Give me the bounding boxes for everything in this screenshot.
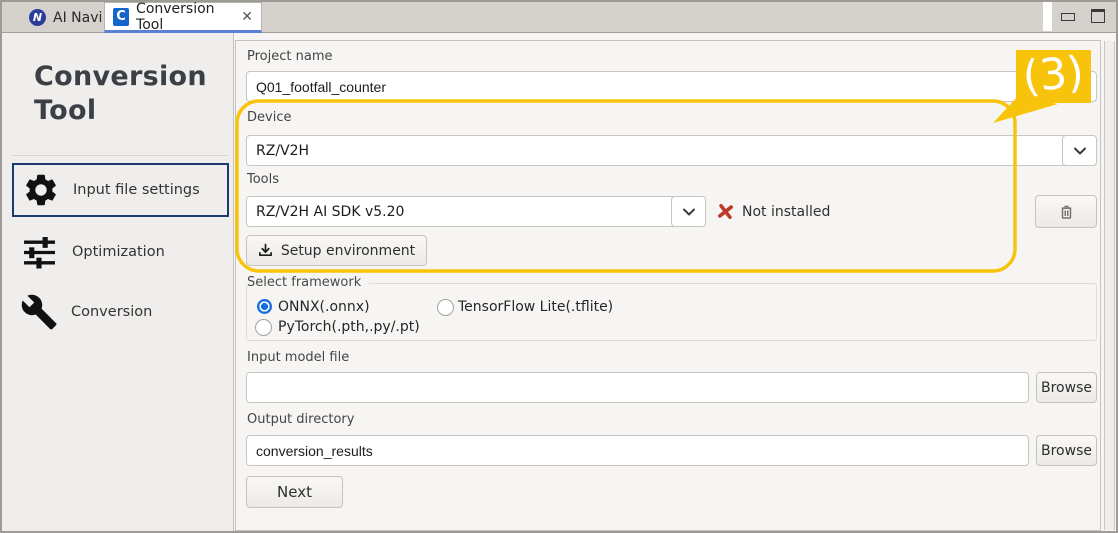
- tools-status-text: Not installed: [742, 204, 830, 220]
- sidebar-item-input-file-settings[interactable]: Input file settings: [12, 163, 229, 217]
- next-button[interactable]: Next: [246, 476, 343, 508]
- gear-icon: [22, 171, 60, 209]
- download-icon: [258, 243, 273, 258]
- radio-tensorflow-lite-label: TensorFlow Lite(.tflite): [458, 299, 613, 315]
- sidebar-item-label: Input file settings: [73, 182, 200, 198]
- tab-conversion-tool[interactable]: C Conversion Tool ✕: [104, 2, 262, 33]
- tools-label: Tools: [247, 172, 279, 187]
- scrollbar[interactable]: [1104, 41, 1115, 530]
- radio-pytorch[interactable]: [255, 319, 272, 336]
- device-label: Device: [247, 110, 291, 125]
- setup-environment-button[interactable]: Setup environment: [246, 235, 427, 266]
- tab-ai-navi-label: AI Navi: [53, 10, 102, 26]
- output-directory-browse-label: Browse: [1041, 443, 1092, 459]
- sidebar-item-label: Conversion: [71, 304, 152, 320]
- sidebar: Conversion Tool Input file settings: [2, 33, 234, 531]
- radio-pytorch-label: PyTorch(.pth,.py/.pt): [278, 319, 420, 335]
- app-window: N AI Navi C Conversion Tool ✕ Conversion…: [0, 0, 1118, 533]
- input-model-browse-button[interactable]: Browse: [1036, 372, 1097, 403]
- tab-bar: N AI Navi C Conversion Tool ✕: [2, 2, 1116, 33]
- project-name-input[interactable]: [246, 71, 1097, 102]
- tools-select-value: RZ/V2H AI SDK v5.20: [256, 204, 404, 220]
- sidebar-item-conversion[interactable]: Conversion: [12, 286, 229, 338]
- device-select[interactable]: RZ/V2H: [246, 135, 1097, 166]
- maximize-icon[interactable]: [1091, 9, 1105, 23]
- error-x-icon: [717, 203, 734, 220]
- tabbar-divider: [1043, 2, 1052, 31]
- next-button-label: Next: [277, 483, 312, 501]
- sidebar-item-label: Optimization: [72, 244, 165, 260]
- ai-navi-icon: N: [29, 9, 46, 26]
- radio-onnx[interactable]: [257, 299, 272, 314]
- sidebar-item-optimization[interactable]: Optimization: [12, 229, 229, 275]
- input-model-browse-label: Browse: [1041, 380, 1092, 396]
- delete-tool-button[interactable]: [1035, 195, 1097, 228]
- framework-legend: Select framework: [247, 275, 369, 290]
- sliders-icon: [23, 236, 56, 269]
- tools-select[interactable]: RZ/V2H AI SDK v5.20: [246, 196, 706, 227]
- trash-icon: [1057, 202, 1076, 221]
- minimize-icon[interactable]: [1061, 13, 1075, 21]
- sidebar-divider: [12, 155, 228, 156]
- output-directory-input[interactable]: [246, 435, 1029, 466]
- input-model-file-label: Input model file: [247, 350, 349, 365]
- radio-onnx-label: ONNX(.onnx): [278, 299, 370, 315]
- tab-close-icon[interactable]: ✕: [241, 9, 253, 25]
- framework-fieldset: Select framework ONNX(.onnx) TensorFlow …: [246, 283, 1097, 341]
- output-directory-browse-button[interactable]: Browse: [1036, 435, 1097, 466]
- sidebar-title: Conversion Tool: [34, 60, 209, 128]
- radio-tensorflow-lite[interactable]: [437, 299, 454, 316]
- input-model-file-input[interactable]: [246, 372, 1029, 403]
- wrench-icon: [20, 293, 58, 331]
- tab-ai-navi[interactable]: N AI Navi: [29, 2, 102, 33]
- device-chevron-down-icon[interactable]: [1062, 135, 1097, 166]
- tools-chevron-down-icon[interactable]: [671, 196, 706, 227]
- setup-environment-label: Setup environment: [281, 243, 415, 259]
- conversion-tool-icon: C: [113, 8, 129, 26]
- tab-conversion-tool-label: Conversion Tool: [136, 1, 234, 33]
- project-name-label: Project name: [247, 49, 332, 64]
- output-directory-label: Output directory: [247, 412, 354, 427]
- device-select-value: RZ/V2H: [256, 143, 309, 159]
